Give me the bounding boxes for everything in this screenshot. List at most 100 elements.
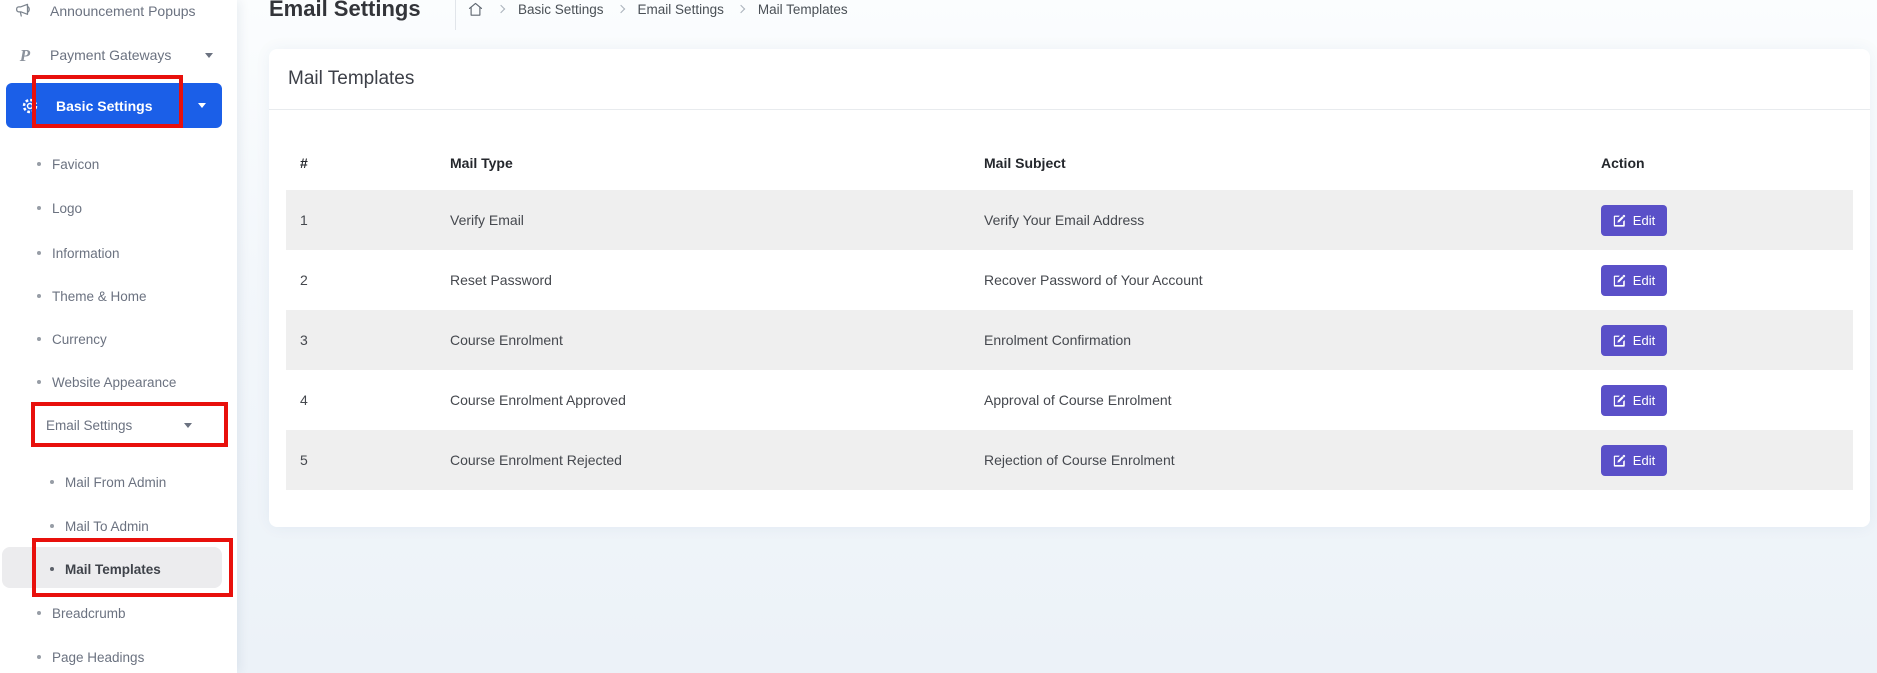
mail-templates-card: Mail Templates # Mail Type Mail Subject … [269,49,1870,527]
edit-pencil-icon [1613,274,1626,287]
table-row: 3 Course Enrolment Enrolment Confirmatio… [286,310,1853,370]
home-icon[interactable] [467,1,484,18]
chevron-right-icon [497,5,505,13]
caret-down-icon [184,423,192,428]
sidebar-item-label: Basic Settings [56,98,152,114]
sidebar-item-mail-templates[interactable]: Mail Templates [50,558,161,580]
edit-button[interactable]: Edit [1601,385,1667,416]
sidebar-item-label: Logo [52,201,82,216]
sidebar-item-label: Mail To Admin [65,519,149,534]
sidebar-item-label: Website Appearance [52,375,176,390]
card-title: Mail Templates [269,49,1870,110]
chevron-right-icon [737,5,745,13]
gear-icon [18,96,42,116]
edit-button[interactable]: Edit [1601,205,1667,236]
mail-subject-cell: Approval of Course Enrolment [970,392,1587,408]
edit-button[interactable]: Edit [1601,445,1667,476]
row-number: 3 [286,332,436,348]
breadcrumb: Basic Settings Email Settings Mail Templ… [467,0,848,18]
edit-button[interactable]: Edit [1601,325,1667,356]
sidebar-item-email-settings[interactable]: Email Settings [31,414,192,436]
bullet-icon [37,251,41,255]
edit-button-label: Edit [1633,453,1655,468]
sidebar-item-label: Announcement Popups [50,3,196,19]
sidebar-item-label: Payment Gateways [50,47,171,63]
bullet-icon [37,294,41,298]
sidebar-item-logo[interactable]: Logo [37,197,82,219]
mail-type-cell: Course Enrolment [436,332,970,348]
mail-subject-cell: Rejection of Course Enrolment [970,452,1587,468]
table-row: 4 Course Enrolment Approved Approval of … [286,370,1853,430]
sidebar-item-website-appearance[interactable]: Website Appearance [37,371,176,393]
paypal-icon: P [12,47,38,64]
sidebar-item-payment-gateways[interactable]: P Payment Gateways [12,44,213,66]
column-header-action: Action [1587,155,1853,171]
sidebar-item-favicon[interactable]: Favicon [37,153,99,175]
megaphone-icon [12,1,38,21]
mail-subject-cell: Enrolment Confirmation [970,332,1587,348]
bullet-icon [37,337,41,341]
sidebar-item-label: Page Headings [52,650,144,665]
table-row: 5 Course Enrolment Rejected Rejection of… [286,430,1853,490]
row-number: 2 [286,272,436,288]
column-header-number: # [286,155,436,171]
bullet-icon [50,567,54,571]
column-header-mail-type: Mail Type [436,155,970,171]
mail-templates-table: # Mail Type Mail Subject Action 1 Verify… [286,110,1853,490]
breadcrumb-item-email-settings[interactable]: Email Settings [638,2,724,17]
edit-button-label: Edit [1633,333,1655,348]
sidebar-item-label: Breadcrumb [52,606,126,621]
edit-pencil-icon [1613,334,1626,347]
mail-subject-cell: Verify Your Email Address [970,212,1587,228]
main-content: Email Settings Basic Settings Email Sett… [237,0,1877,673]
edit-button-label: Edit [1633,393,1655,408]
table-row: 2 Reset Password Recover Password of You… [286,250,1853,310]
caret-down-icon [205,53,213,58]
bullet-icon [50,524,54,528]
mail-subject-cell: Recover Password of Your Account [970,272,1587,288]
caret-down-icon [198,103,206,108]
edit-pencil-icon [1613,454,1626,467]
sidebar-item-label: Information [52,246,120,261]
sidebar-item-breadcrumb[interactable]: Breadcrumb [37,602,126,624]
bullet-icon [37,380,41,384]
sidebar-item-label: Mail Templates [65,562,161,577]
breadcrumb-item-mail-templates: Mail Templates [758,2,848,17]
row-number: 4 [286,392,436,408]
sidebar-item-theme-home[interactable]: Theme & Home [37,285,147,307]
sidebar-item-mail-to-admin[interactable]: Mail To Admin [50,515,149,537]
breadcrumb-item-basic-settings[interactable]: Basic Settings [518,2,604,17]
chevron-right-icon [616,5,624,13]
row-number: 5 [286,452,436,468]
bullet-icon [37,655,41,659]
sidebar-item-mail-from-admin[interactable]: Mail From Admin [50,471,166,493]
header-divider [455,0,456,30]
bullet-icon [37,162,41,166]
sidebar-item-information[interactable]: Information [37,242,120,264]
sidebar-item-currency[interactable]: Currency [37,328,107,350]
bullet-icon [50,480,54,484]
mail-type-cell: Course Enrolment Rejected [436,452,970,468]
sidebar-item-label: Email Settings [46,418,132,433]
edit-pencil-icon [1613,394,1626,407]
edit-button[interactable]: Edit [1601,265,1667,296]
sidebar-item-label: Theme & Home [52,289,147,304]
sidebar: Announcement Popups P Payment Gateways B… [0,0,237,673]
table-header-row: # Mail Type Mail Subject Action [286,110,1853,190]
bullet-icon [37,611,41,615]
bullet-icon [37,206,41,210]
edit-button-label: Edit [1633,273,1655,288]
row-number: 1 [286,212,436,228]
sidebar-item-announcement-popups[interactable]: Announcement Popups [12,0,196,22]
sidebar-item-page-headings[interactable]: Page Headings [37,646,144,668]
mail-type-cell: Verify Email [436,212,970,228]
sidebar-item-label: Favicon [52,157,99,172]
page-title: Email Settings [269,0,421,22]
sidebar-item-basic-settings[interactable]: Basic Settings [6,83,222,128]
bullet-icon [31,423,35,427]
edit-pencil-icon [1613,214,1626,227]
mail-type-cell: Course Enrolment Approved [436,392,970,408]
sidebar-item-label: Mail From Admin [65,475,166,490]
column-header-mail-subject: Mail Subject [970,155,1587,171]
table-row: 1 Verify Email Verify Your Email Address… [286,190,1853,250]
